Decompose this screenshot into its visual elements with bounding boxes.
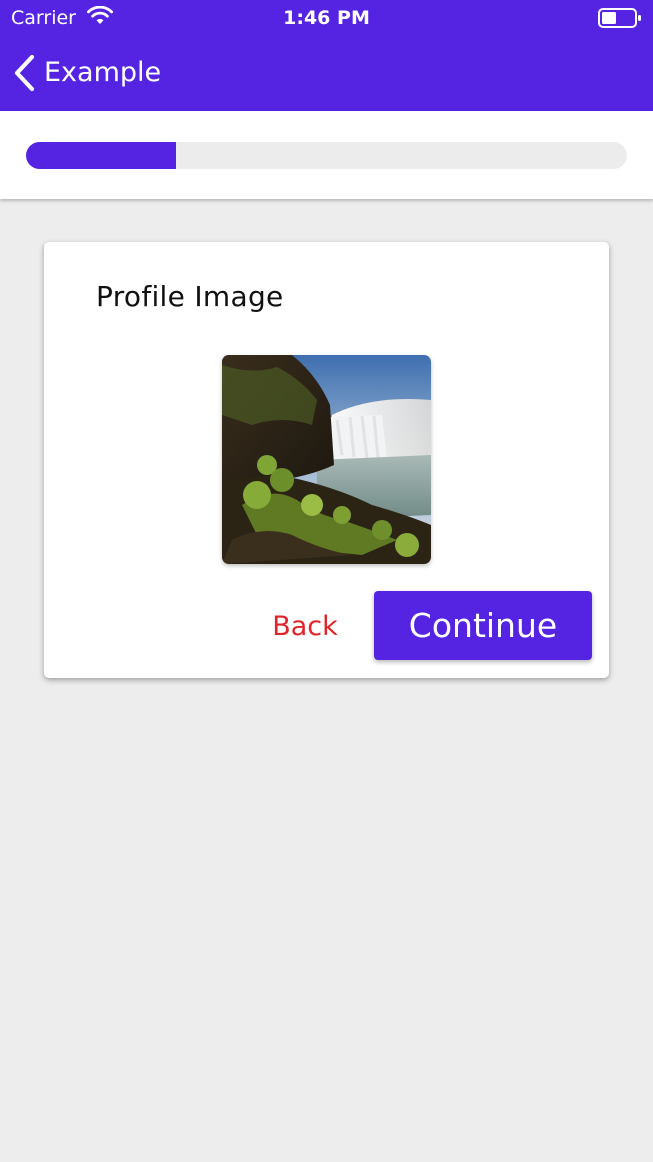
status-bar: Carrier 1:46 PM xyxy=(0,0,653,36)
status-time: 1:46 PM xyxy=(283,7,370,29)
battery-icon xyxy=(598,8,641,28)
profile-image[interactable] xyxy=(222,355,431,564)
back-button[interactable]: Back xyxy=(266,607,344,647)
chevron-left-icon xyxy=(14,54,35,92)
nav-back-label: Example xyxy=(44,57,162,88)
progress-bar xyxy=(26,142,627,169)
card-title: Profile Image xyxy=(96,280,284,313)
profile-image-card: Profile Image Back Continue xyxy=(44,242,609,678)
progress-panel xyxy=(0,111,653,199)
progress-fill xyxy=(26,142,177,169)
waterfall-photo xyxy=(222,355,431,564)
app-header: Carrier 1:46 PM Example xyxy=(0,0,653,111)
nav-back-button[interactable]: Example xyxy=(12,51,161,95)
continue-button[interactable]: Continue xyxy=(374,591,592,660)
